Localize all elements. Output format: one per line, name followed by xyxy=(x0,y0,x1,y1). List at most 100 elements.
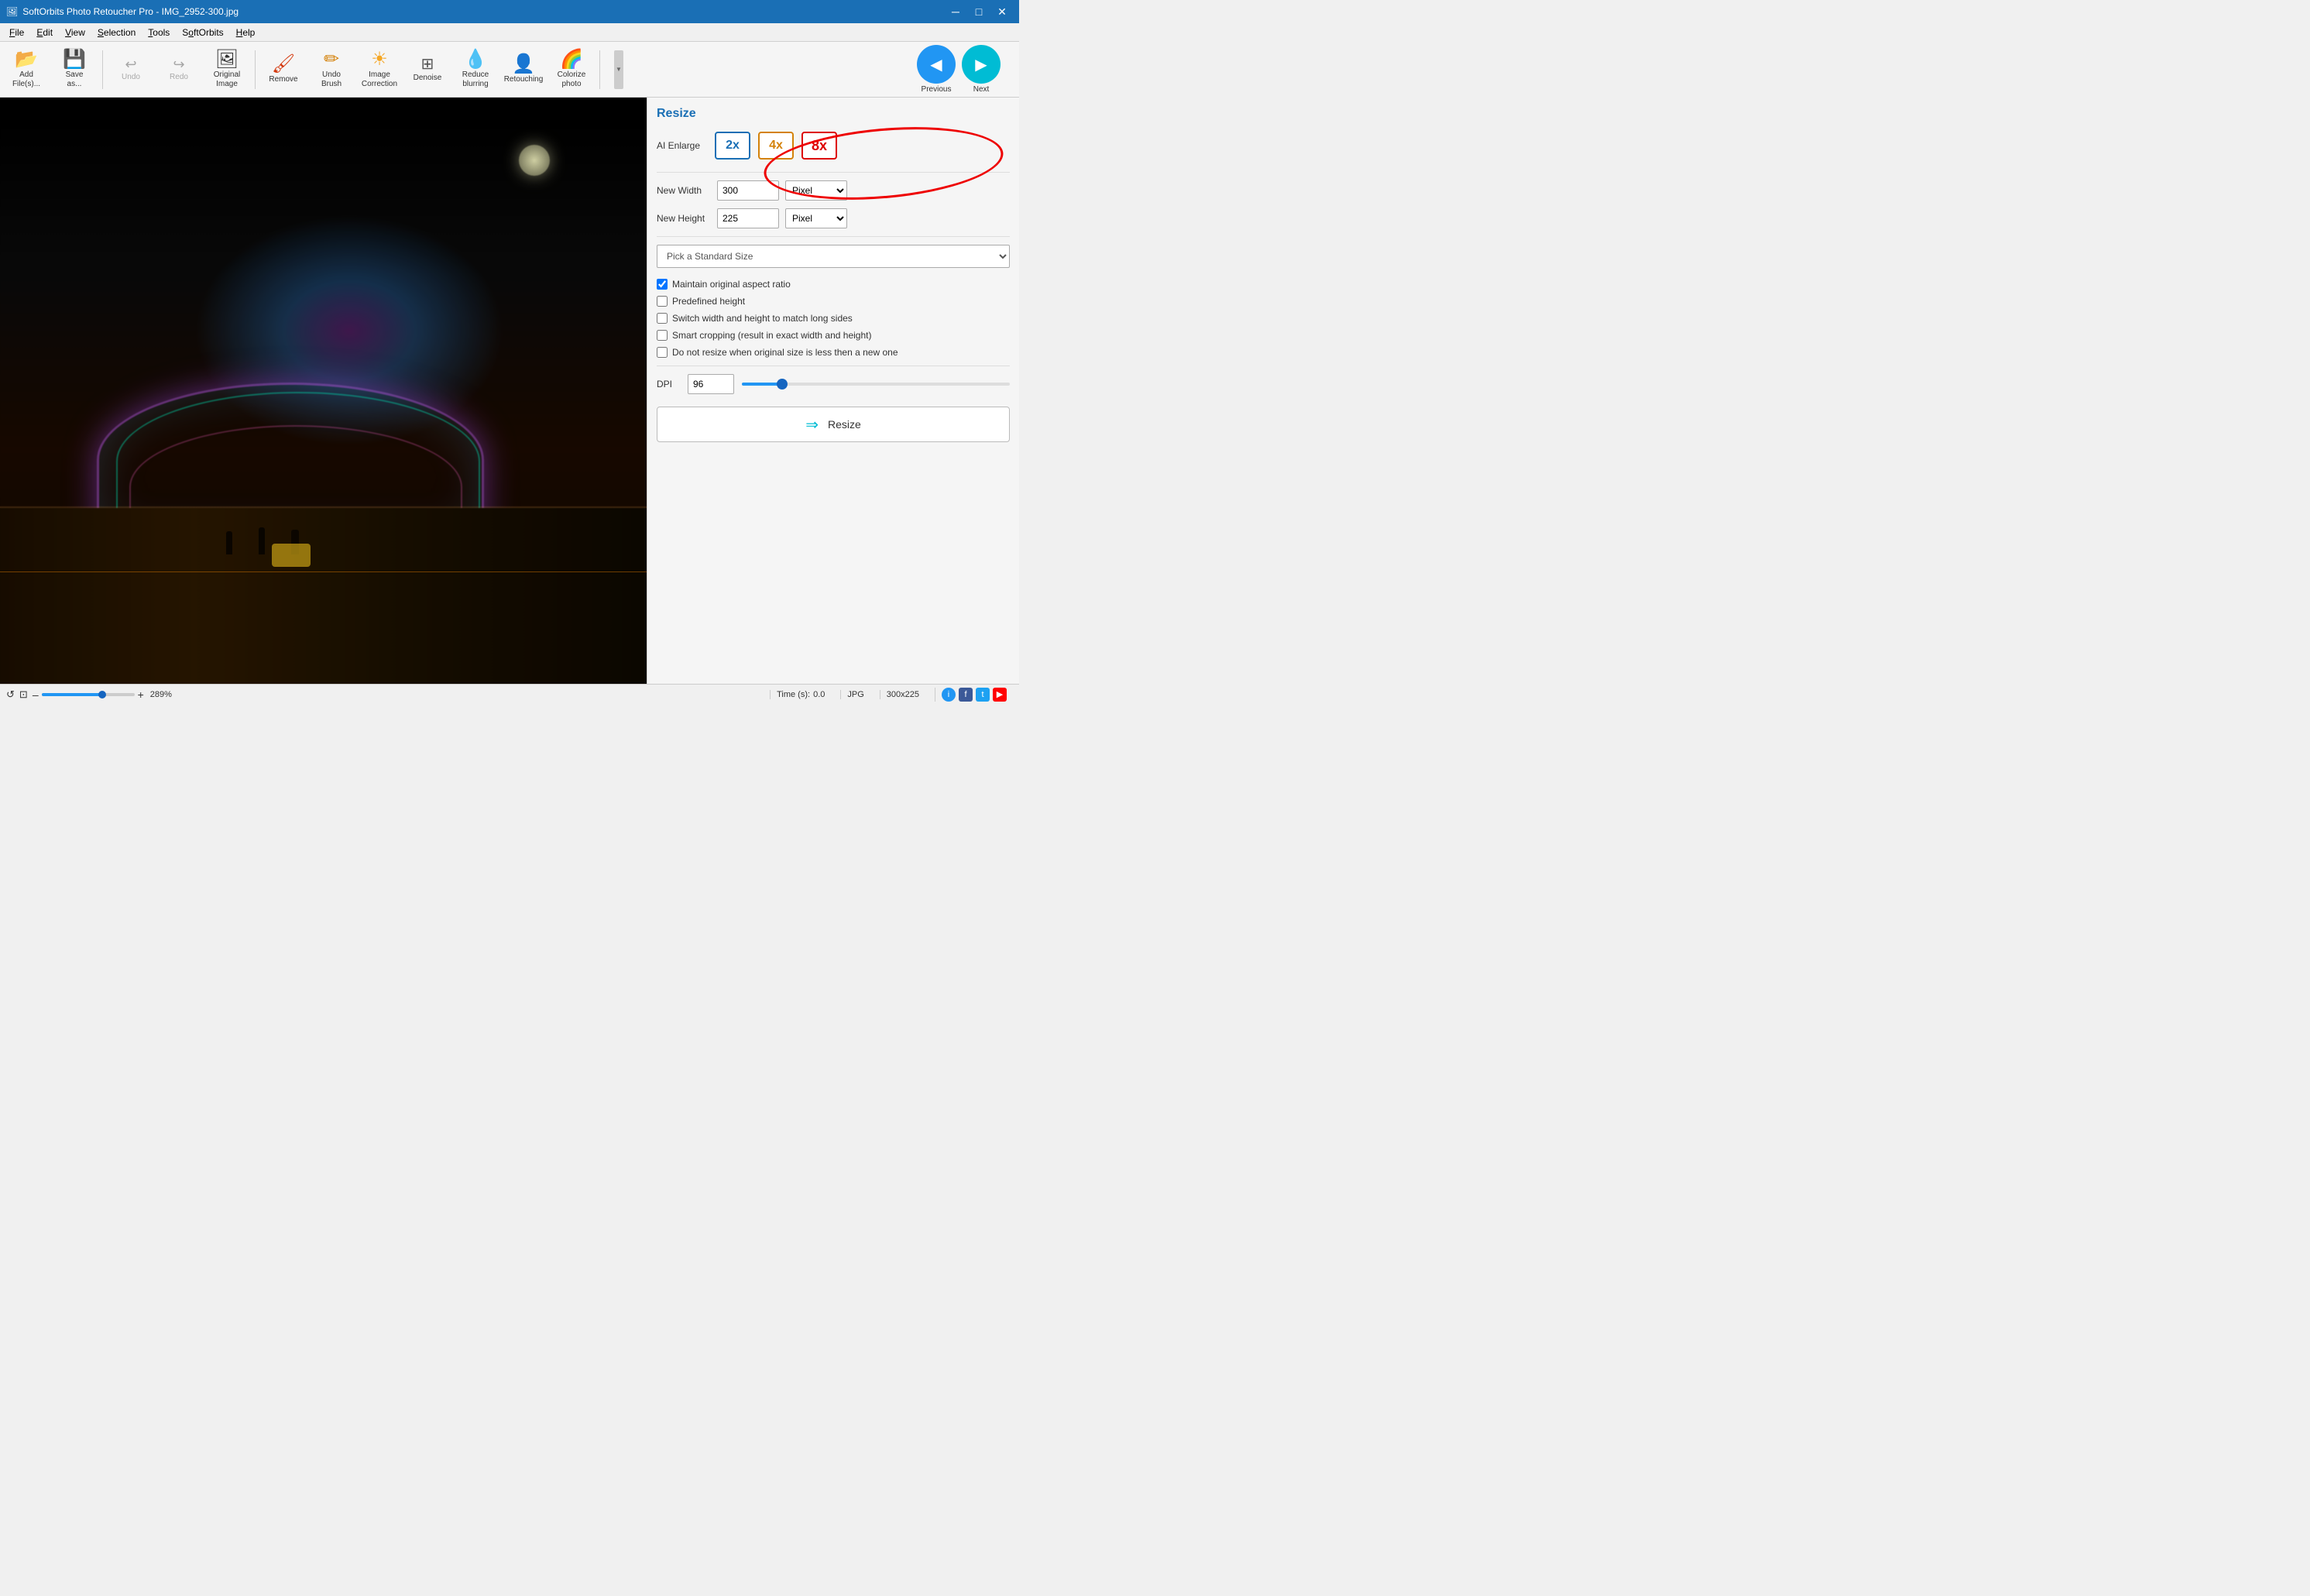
smart-cropping-checkbox[interactable] xyxy=(657,330,668,341)
checkbox-predefined-height: Predefined height xyxy=(657,296,1010,307)
undo-label: Undo xyxy=(122,73,140,82)
youtube-icon[interactable]: ▶ xyxy=(993,688,1007,702)
next-label: Next xyxy=(973,85,990,94)
title-bar-text: SoftOrbits Photo Retoucher Pro - IMG_295… xyxy=(22,6,239,17)
enlarge-8x-button[interactable]: 8x xyxy=(801,132,837,160)
dpi-input[interactable] xyxy=(688,374,734,394)
ai-enlarge-label: AI Enlarge xyxy=(657,140,707,151)
redo-button[interactable]: ↪ Redo xyxy=(156,45,202,94)
minimize-button[interactable]: ─ xyxy=(945,3,966,20)
menu-selection[interactable]: Selection xyxy=(91,26,142,39)
maximize-button[interactable]: □ xyxy=(968,3,990,20)
original-image-button[interactable]: 🖼 OriginalImage xyxy=(204,45,250,94)
menu-tools[interactable]: Tools xyxy=(142,26,176,39)
menu-edit[interactable]: Edit xyxy=(30,26,59,39)
canvas-area[interactable] xyxy=(0,98,647,684)
undo-brush-button[interactable]: ✏ UndoBrush xyxy=(308,45,355,94)
dpi-slider-wrapper[interactable] xyxy=(742,376,1010,392)
switch-width-height-label[interactable]: Switch width and height to match long si… xyxy=(672,313,853,324)
checkbox-smart-cropping: Smart cropping (result in exact width an… xyxy=(657,330,1010,341)
info-icon[interactable]: i xyxy=(942,688,956,702)
maintain-aspect-label[interactable]: Maintain original aspect ratio xyxy=(672,279,791,290)
switch-width-height-checkbox[interactable] xyxy=(657,313,668,324)
save-as-button[interactable]: 💾 Saveas... xyxy=(51,45,98,94)
resize-arrow-icon: ⇒ xyxy=(805,415,819,434)
remove-button[interactable]: 🖌 Remove xyxy=(260,45,307,94)
menu-view[interactable]: View xyxy=(59,26,91,39)
checkbox-maintain-aspect: Maintain original aspect ratio xyxy=(657,279,1010,290)
dpi-label: DPI xyxy=(657,379,680,390)
enlarge-4x-button[interactable]: 4x xyxy=(758,132,794,160)
image-correction-button[interactable]: ☀ ImageCorrection xyxy=(356,45,403,94)
toolbar-sep-1 xyxy=(102,50,103,89)
panel-title: Resize xyxy=(657,107,1010,121)
redo-icon: ↪ xyxy=(173,57,184,71)
zoom-slider-fill xyxy=(42,693,102,696)
nav-section: ◀ Previous ▶ Next xyxy=(915,45,1002,94)
retouching-button[interactable]: 👤 Retouching xyxy=(500,45,547,94)
new-width-unit-select[interactable]: Pixel Percent Inch cm xyxy=(785,180,847,201)
new-width-input[interactable] xyxy=(717,180,779,201)
save-as-icon: 💾 xyxy=(63,50,86,69)
reduce-blurring-button[interactable]: 💧 Reduce blurring xyxy=(452,45,499,94)
facebook-icon[interactable]: f xyxy=(959,688,973,702)
zoom-percent: 289% xyxy=(150,690,172,699)
predefined-height-label[interactable]: Predefined height xyxy=(672,296,745,307)
crop-icon: ⊡ xyxy=(19,688,28,701)
colorize-photo-button[interactable]: 🌈 Colorizephoto xyxy=(548,45,595,94)
enlarge-2x-button[interactable]: 2x xyxy=(715,132,750,160)
menu-softorbits[interactable]: SoftOrbits xyxy=(176,26,229,39)
add-files-button[interactable]: 📂 AddFile(s)... xyxy=(3,45,50,94)
menu-help[interactable]: Help xyxy=(230,26,262,39)
zoom-slider-thumb[interactable] xyxy=(98,691,106,698)
image-dimensions: 300x225 xyxy=(887,690,919,699)
add-files-icon: 📂 xyxy=(15,50,38,69)
original-image-label: OriginalImage xyxy=(214,70,240,89)
undo-brush-label: UndoBrush xyxy=(321,70,342,89)
remove-icon: 🖌 xyxy=(272,55,295,74)
undo-button[interactable]: ↩ Undo xyxy=(108,45,154,94)
app-icon: 🖼 xyxy=(6,6,18,17)
smart-cropping-label[interactable]: Smart cropping (result in exact width an… xyxy=(672,330,871,341)
colorize-photo-label: Colorizephoto xyxy=(558,70,586,89)
reduce-blurring-label: Reduce blurring xyxy=(454,70,497,89)
maintain-aspect-checkbox[interactable] xyxy=(657,279,668,290)
new-height-unit-select[interactable]: Pixel Percent Inch cm xyxy=(785,208,847,228)
save-as-label: Saveas... xyxy=(66,70,84,89)
no-resize-label[interactable]: Do not resize when original size is less… xyxy=(672,347,898,358)
previous-button[interactable]: ◀ xyxy=(917,45,956,84)
menu-file[interactable]: File xyxy=(3,26,30,39)
title-bar-left: 🖼 SoftOrbits Photo Retoucher Pro - IMG_2… xyxy=(6,6,239,17)
remove-label: Remove xyxy=(269,75,297,84)
new-height-input[interactable] xyxy=(717,208,779,228)
rotate-icon: ↺ xyxy=(6,688,15,701)
zoom-out-button[interactable]: – xyxy=(33,688,39,701)
undo-icon: ↩ xyxy=(125,57,136,71)
close-button[interactable]: ✕ xyxy=(991,3,1013,20)
reduce-blurring-icon: 💧 xyxy=(464,50,487,69)
resize-button[interactable]: ⇒ Resize xyxy=(657,407,1010,442)
canvas-image xyxy=(0,98,647,684)
dpi-slider-thumb[interactable] xyxy=(777,379,788,390)
undo-brush-icon: ✏ xyxy=(324,50,339,69)
dimensions-section: 300x225 xyxy=(880,690,925,699)
zoom-in-button[interactable]: + xyxy=(138,688,144,701)
retouching-icon: 👤 xyxy=(512,55,535,74)
toolbar-scroll-indicator: ▼ xyxy=(614,50,623,89)
divider-2 xyxy=(657,236,1010,237)
zoom-bar: – + 289% xyxy=(33,688,172,701)
dpi-row: DPI xyxy=(657,374,1010,394)
retouching-label: Retouching xyxy=(504,75,544,84)
twitter-icon[interactable]: t xyxy=(976,688,990,702)
zoom-slider[interactable] xyxy=(42,693,135,696)
resize-button-label: Resize xyxy=(828,418,861,431)
ai-enlarge-row: AI Enlarge 2x 4x 8x xyxy=(657,132,1010,160)
predefined-height-checkbox[interactable] xyxy=(657,296,668,307)
no-resize-checkbox[interactable] xyxy=(657,347,668,358)
standard-size-select[interactable]: Pick a Standard Size xyxy=(657,245,1010,268)
denoise-button[interactable]: ⊞ Denoise xyxy=(404,45,451,94)
denoise-icon: ⊞ xyxy=(421,57,434,72)
previous-label: Previous xyxy=(922,85,952,94)
next-button[interactable]: ▶ xyxy=(962,45,1001,84)
add-files-label: AddFile(s)... xyxy=(12,70,40,89)
